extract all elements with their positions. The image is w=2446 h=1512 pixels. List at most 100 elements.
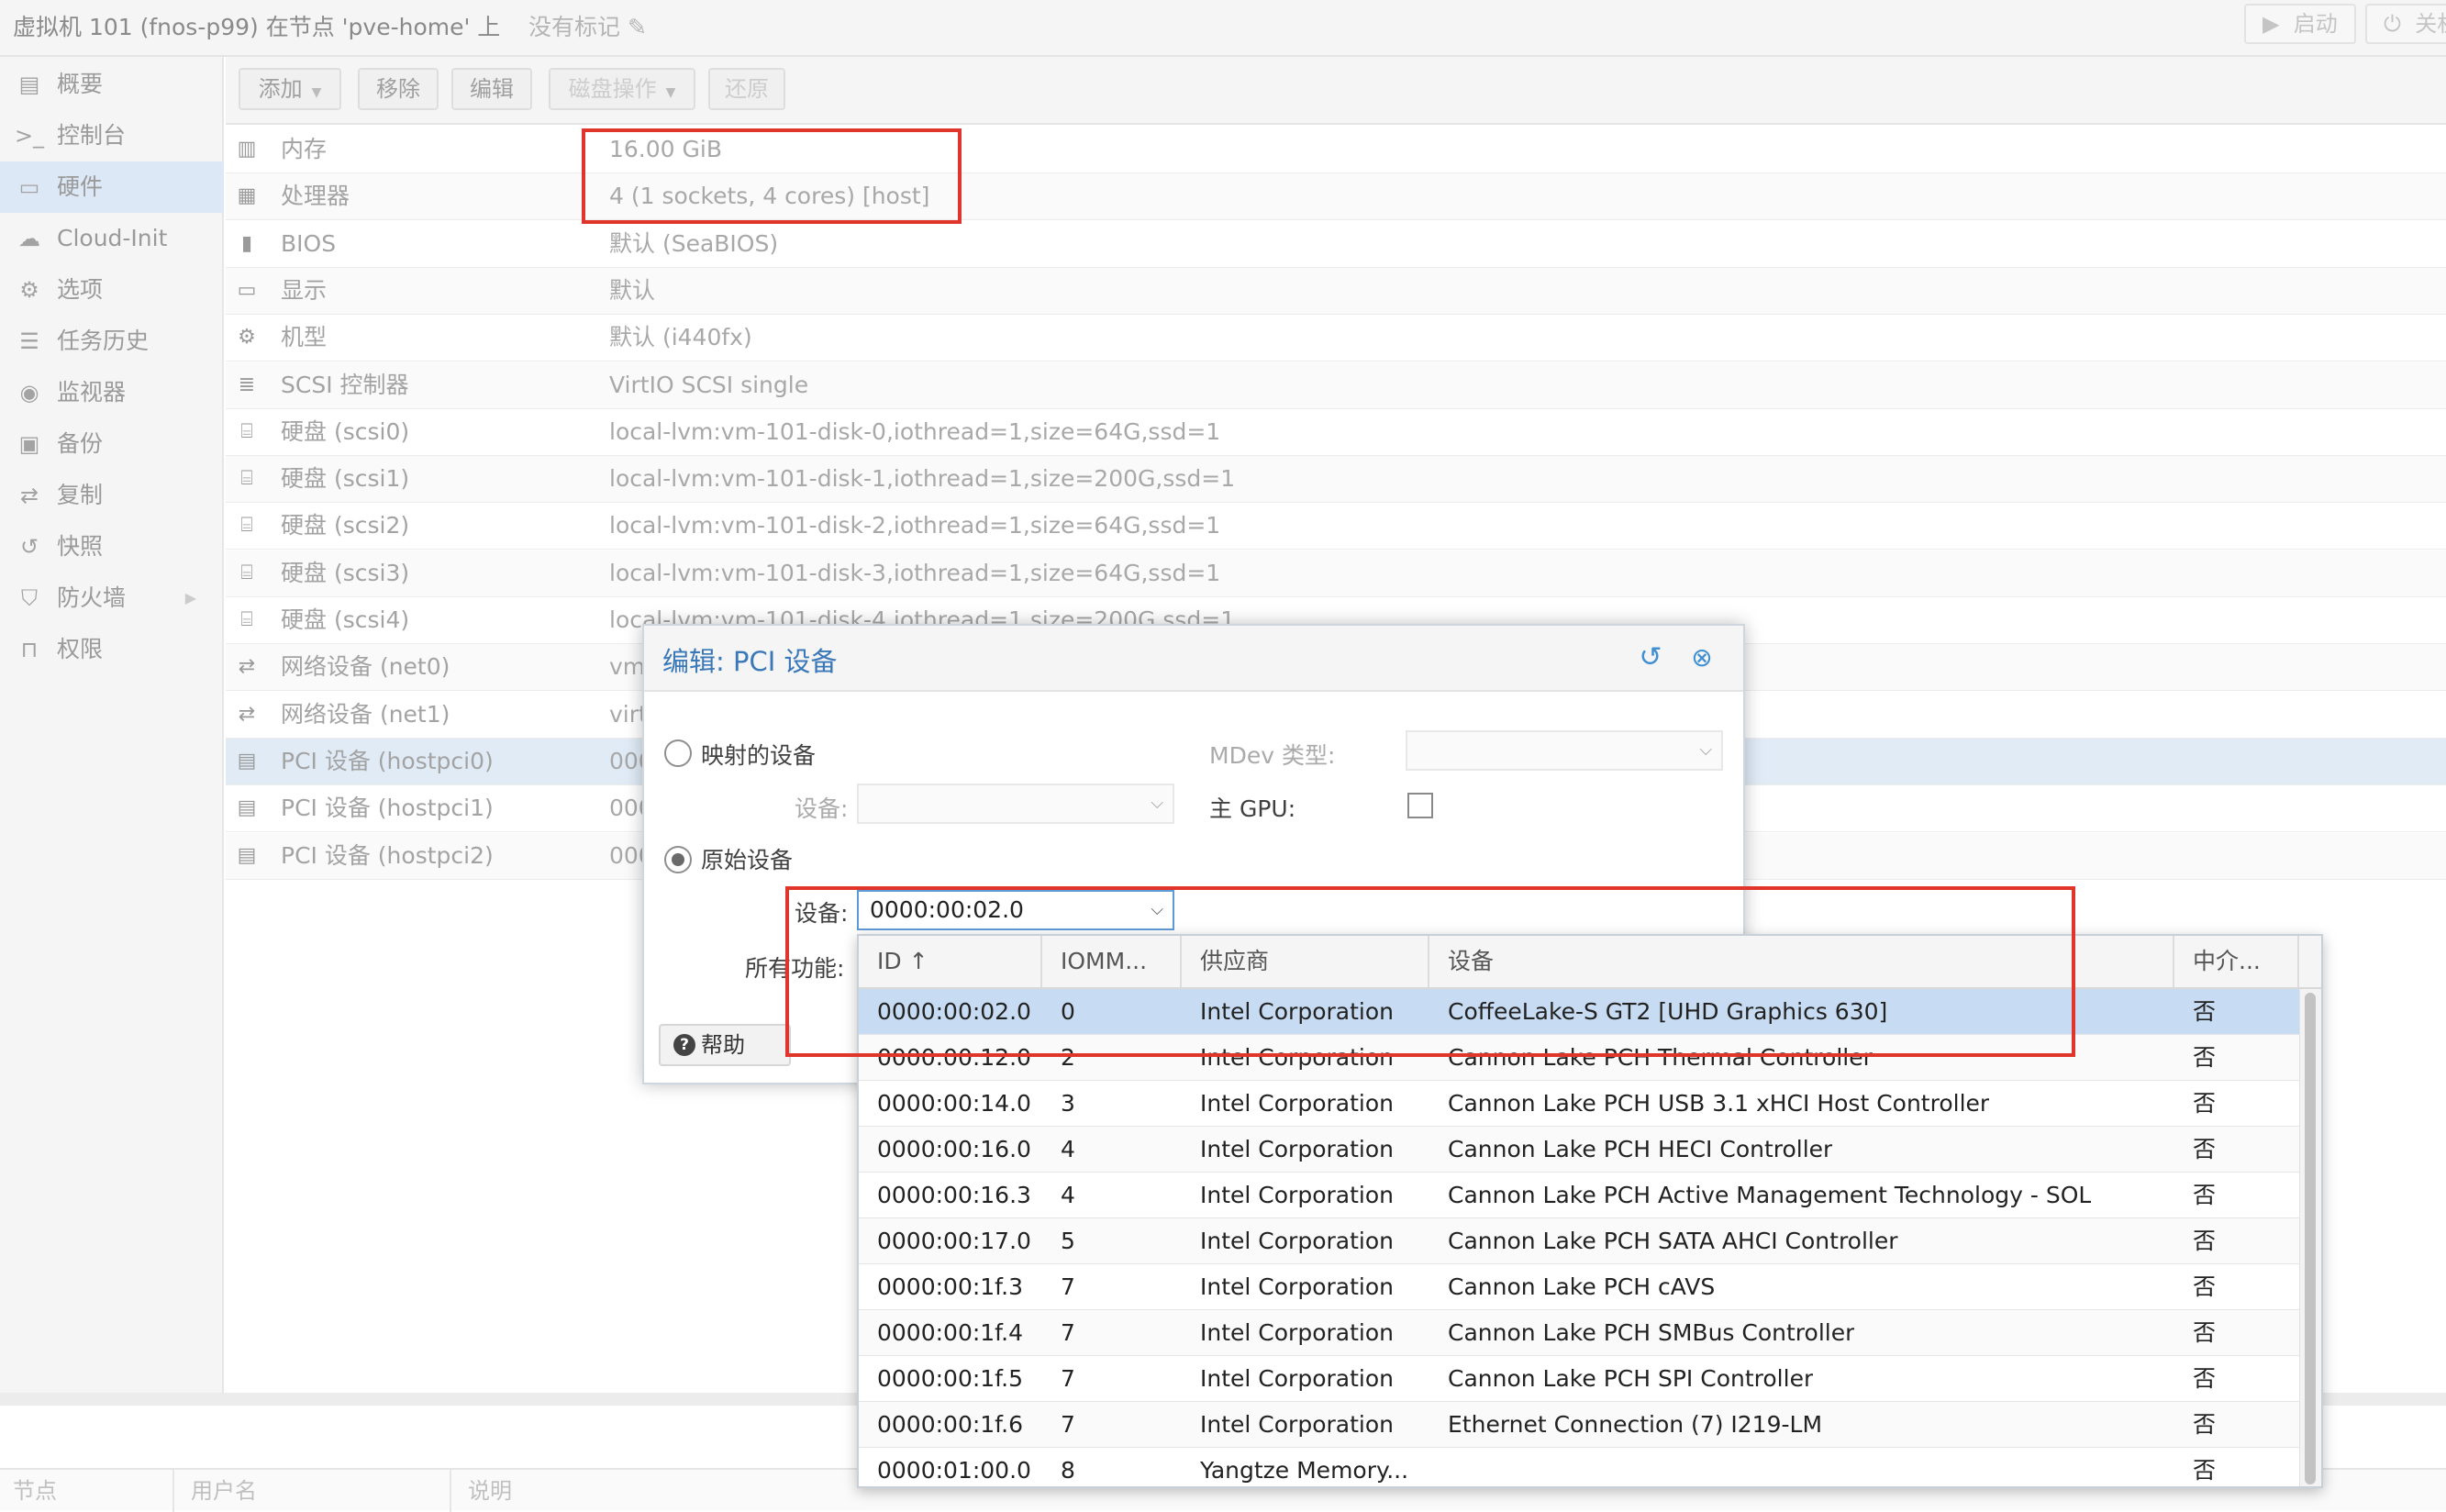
- sidebar-item-11[interactable]: ⊓ 权限: [0, 624, 224, 675]
- column-device[interactable]: 设备: [1429, 936, 2174, 987]
- picker-header: ID ↑ IOMM... 供应商 设备 中介...: [859, 936, 2321, 989]
- device-row[interactable]: 0000:00:02.0 0 Intel Corporation CoffeeLake…: [859, 989, 2299, 1035]
- device-cell-vendor: Intel Corporation: [1200, 1273, 1394, 1300]
- device-row[interactable]: 0000:00:1f.4 7 Intel Corporation Cannon Lak…: [859, 1310, 2299, 1356]
- edit-button-label: 编辑: [470, 76, 514, 102]
- device-cell-mdev: 否: [2193, 1411, 2217, 1438]
- sidebar-item-4[interactable]: ⚙ 选项: [0, 264, 224, 316]
- device-row[interactable]: 0000:01:00.0 8 Yangtze Memory... 否: [859, 1448, 2299, 1486]
- sidebar-item-8[interactable]: ⇄ 复制: [0, 470, 224, 521]
- device-row[interactable]: 0000:00:1f.5 7 Intel Corporation Cannon Lak…: [859, 1356, 2299, 1402]
- pci-card-icon: ▤: [237, 749, 257, 773]
- mdev-type-label: MDev 类型:: [1209, 742, 1336, 769]
- device-cell-id: 0000:00:12.0: [877, 1044, 1031, 1071]
- sidebar-item-6[interactable]: ◉ 监视器: [0, 367, 224, 418]
- hardware-key: 机型: [281, 324, 328, 351]
- device-row[interactable]: 0000:00:16.0 4 Intel Corporation Cannon Lak…: [859, 1127, 2299, 1173]
- device-cell-id: 0000:00:17.0: [877, 1228, 1031, 1254]
- device-row[interactable]: 0000:00:17.0 5 Intel Corporation Cannon Lak…: [859, 1218, 2299, 1264]
- sidebar-item-label: 硬件: [57, 173, 104, 200]
- hardware-row[interactable]: ▮ BIOS 默认 (SeaBIOS): [226, 220, 2446, 268]
- hardware-row[interactable]: ≣ SCSI 控制器 VirtIO SCSI single: [226, 361, 2446, 409]
- device-row[interactable]: 0000:00:12.0 2 Intel Corporation Cannon Lak…: [859, 1035, 2299, 1081]
- sidebar-item-2[interactable]: ▭ 硬件: [0, 161, 224, 213]
- reset-icon[interactable]: ↺: [1633, 640, 1668, 675]
- device-cell-device: Ethernet Connection (7) I219-LM: [1448, 1411, 1823, 1438]
- sidebar-item-label: 选项: [57, 276, 104, 303]
- mdev-type-select[interactable]: ⌵: [1406, 730, 1723, 771]
- hardware-row[interactable]: ⌸ 硬盘 (scsi3) local-lvm:vm-101-disk-3,iothr…: [226, 550, 2446, 597]
- edit-button[interactable]: 编辑: [451, 68, 532, 110]
- unlock-icon: ⊓: [20, 637, 39, 662]
- device-row[interactable]: 0000:00:16.3 4 Intel Corporation Cannon Lak…: [859, 1173, 2299, 1218]
- column-iommu[interactable]: IOMM...: [1042, 936, 1182, 987]
- sidebar-item-label: 监视器: [57, 379, 127, 406]
- device-cell-vendor: Intel Corporation: [1200, 1090, 1394, 1117]
- device-row[interactable]: 0000:00:1f.6 7 Intel Corporation Ethernet C…: [859, 1402, 2299, 1448]
- hardware-row[interactable]: ▦ 处理器 4 (1 sockets, 4 cores) [host]: [226, 173, 2446, 221]
- add-button[interactable]: 添加 ▼: [239, 68, 341, 110]
- hardware-row[interactable]: ⌸ 硬盘 (scsi2) local-lvm:vm-101-disk-2,iothr…: [226, 503, 2446, 550]
- disk-action-button[interactable]: 磁盘操作 ▼: [549, 68, 695, 110]
- device-cell-iommu: 0: [1061, 998, 1075, 1025]
- sidebar-item-3[interactable]: ☁ Cloud-Init: [0, 213, 224, 264]
- hardware-row[interactable]: ▥ 内存 16.00 GiB: [226, 127, 2446, 173]
- chevron-right-icon[interactable]: ▶: [185, 573, 196, 624]
- shutdown-button[interactable]: ⏻ 关机: [2365, 4, 2446, 44]
- mapped-device-radio[interactable]: [664, 739, 692, 767]
- picker-scrollbar-thumb[interactable]: [2305, 993, 2316, 1484]
- hardware-key: 显示: [281, 276, 328, 304]
- title-bar: 虚拟机 101 (fnos-p99) 在节点 'pve-home' 上 没有标记…: [0, 0, 2446, 57]
- raw-device-radio[interactable]: [664, 846, 692, 873]
- raw-device-field-label: 设备:: [795, 900, 849, 927]
- hardware-row[interactable]: ▭ 显示 默认: [226, 267, 2446, 315]
- sidebar-item-1[interactable]: >_ 控制台: [0, 110, 224, 161]
- log-column-node[interactable]: 节点: [0, 1470, 174, 1512]
- device-cell-id: 0000:00:16.0: [877, 1136, 1031, 1162]
- close-icon[interactable]: ⊗: [1684, 640, 1719, 675]
- device-cell-device: Cannon Lake PCH SMBus Controller: [1448, 1319, 1855, 1346]
- sidebar-item-7[interactable]: ▣ 备份: [0, 418, 224, 470]
- tags-field[interactable]: 没有标记 ✎: [528, 9, 647, 42]
- sidebar-item-10[interactable]: ⛉ 防火墙 ▶: [0, 573, 224, 624]
- hardware-key: 硬盘 (scsi2): [281, 512, 410, 539]
- device-cell-vendor: Yangtze Memory...: [1200, 1457, 1409, 1484]
- column-mdev[interactable]: 中介...: [2174, 936, 2299, 987]
- raw-device-select[interactable]: 0000:00:02.0 ⌵: [857, 890, 1174, 930]
- device-cell-iommu: 4: [1061, 1182, 1075, 1208]
- log-column-description[interactable]: 说明: [455, 1470, 822, 1512]
- device-cell-device: Cannon Lake PCH SPI Controller: [1448, 1365, 1814, 1392]
- mapped-device-select[interactable]: ⌵: [857, 784, 1174, 824]
- device-cell-mdev: 否: [2193, 998, 2217, 1025]
- remove-button[interactable]: 移除: [358, 68, 439, 110]
- column-id[interactable]: ID ↑: [859, 936, 1042, 987]
- hardware-key: 硬盘 (scsi4): [281, 606, 410, 633]
- device-cell-device: Cannon Lake PCH SATA AHCI Controller: [1448, 1228, 1898, 1254]
- primary-gpu-checkbox[interactable]: [1407, 793, 1433, 818]
- revert-button[interactable]: 还原: [708, 68, 785, 110]
- dialog-title: 编辑: PCI 设备: [662, 646, 838, 677]
- device-cell-iommu: 5: [1061, 1228, 1075, 1254]
- column-vendor[interactable]: 供应商: [1182, 936, 1429, 987]
- sidebar-item-0[interactable]: ▤ 概要: [0, 59, 224, 110]
- device-cell-iommu: 7: [1061, 1365, 1075, 1392]
- hardware-row[interactable]: ⌸ 硬盘 (scsi0) local-lvm:vm-101-disk-0,iothr…: [226, 408, 2446, 456]
- raw-device-value: 0000:00:02.0: [870, 896, 1024, 923]
- eye-icon: ◉: [19, 380, 39, 406]
- device-cell-id: 0000:01:00.0: [877, 1457, 1031, 1484]
- device-cell-id: 0000:00:1f.5: [877, 1365, 1024, 1392]
- sidebar-item-9[interactable]: ↺ 快照: [0, 521, 224, 573]
- log-column-user[interactable]: 用户名: [178, 1470, 451, 1512]
- hardware-value: local-lvm:vm-101-disk-0,iothread=1,size=…: [609, 417, 1221, 445]
- pencil-icon[interactable]: ✎: [628, 14, 647, 40]
- sidebar-item-5[interactable]: ☰ 任务历史: [0, 316, 224, 367]
- device-row[interactable]: 0000:00:1f.3 7 Intel Corporation Cannon Lak…: [859, 1264, 2299, 1310]
- device-cell-iommu: 8: [1061, 1457, 1075, 1484]
- database-icon: ≣: [238, 372, 256, 396]
- start-button[interactable]: ▶ 启动: [2244, 4, 2356, 44]
- device-row[interactable]: 0000:00:14.0 3 Intel Corporation Cannon Lak…: [859, 1081, 2299, 1127]
- hardware-row[interactable]: ⚙ 机型 默认 (i440fx): [226, 315, 2446, 362]
- help-button[interactable]: ? 帮助: [659, 1024, 791, 1066]
- hardware-row[interactable]: ⌸ 硬盘 (scsi1) local-lvm:vm-101-disk-1,iothr…: [226, 456, 2446, 504]
- hardware-key: BIOS: [281, 229, 337, 257]
